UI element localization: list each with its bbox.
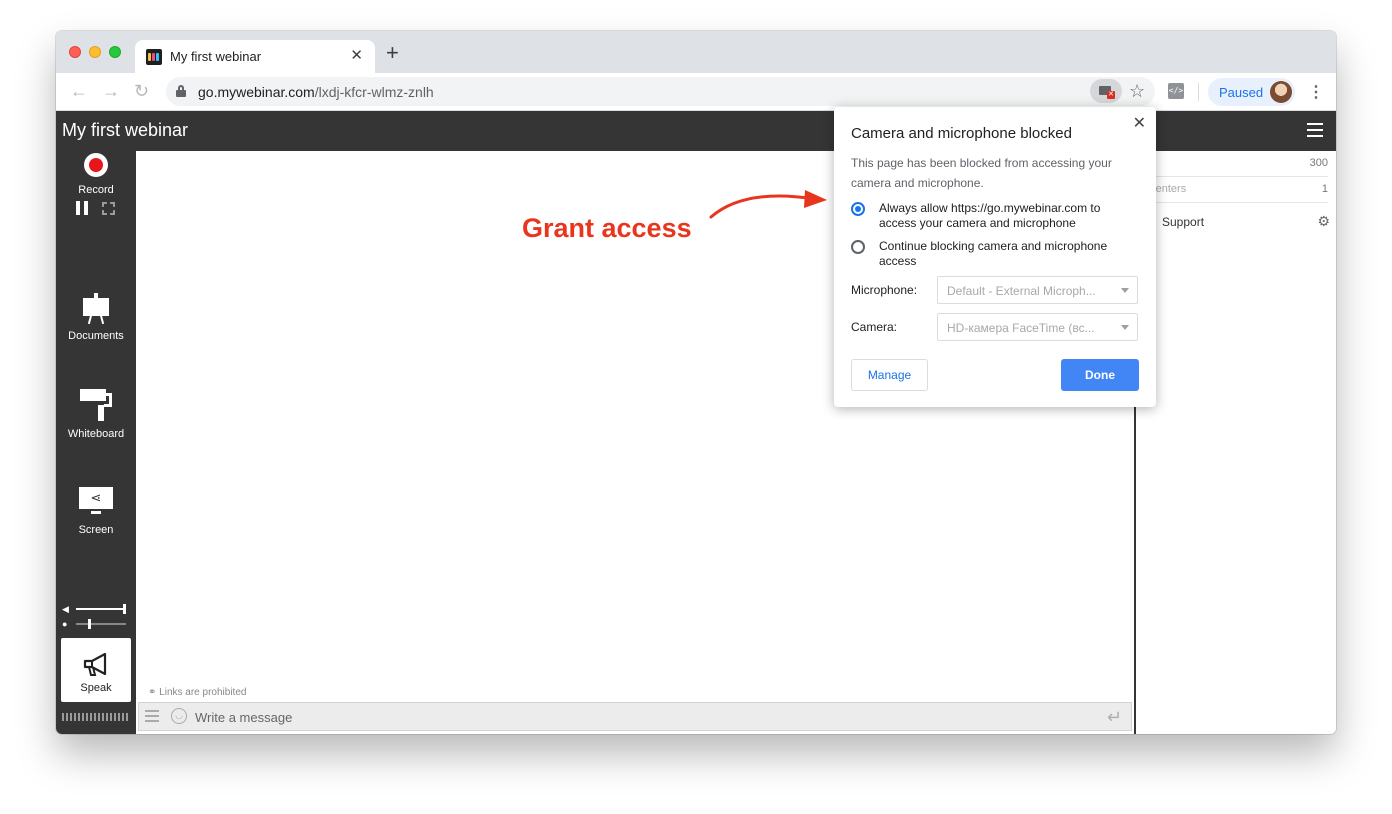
tab-title: My first webinar: [170, 49, 262, 64]
fullscreen-icon[interactable]: [102, 202, 115, 215]
close-window-button[interactable]: [69, 46, 81, 58]
record-icon: [84, 153, 108, 177]
avatar: [1270, 81, 1292, 103]
gear-icon[interactable]: ⚙: [1317, 213, 1330, 230]
toolbar-divider: [1198, 83, 1199, 101]
browser-menu-icon[interactable]: ⋮: [1308, 82, 1324, 102]
left-sidebar: Record Documents Whiteboard ⋖ Screen ◀ ●: [56, 151, 136, 734]
speaker-icon: ◀: [62, 604, 69, 614]
chat-menu-icon[interactable]: [145, 710, 159, 722]
annotation-arrow-icon: [709, 190, 827, 219]
minimize-window-button[interactable]: [89, 46, 101, 58]
chat-bar: ◡ Write a message ↵: [138, 702, 1132, 731]
extension-code-icon[interactable]: </>: [1168, 83, 1184, 99]
audio-level-meter: [62, 713, 130, 721]
presenters-row[interactable]: esenters 1: [1144, 177, 1328, 203]
tab-strip: My first webinar ✕ +: [56, 31, 1336, 73]
maximize-window-button[interactable]: [109, 46, 121, 58]
documents-label: Documents: [68, 330, 124, 342]
presentation-easel-icon: [81, 293, 111, 325]
new-tab-button[interactable]: +: [386, 42, 399, 64]
microphone-label: Microphone:: [851, 283, 918, 297]
send-enter-icon[interactable]: ↵: [1107, 707, 1122, 728]
paint-roller-icon: [80, 387, 112, 421]
chevron-down-icon: [1121, 325, 1129, 330]
whiteboard-label: Whiteboard: [67, 428, 125, 440]
mic-slider-knob[interactable]: [87, 619, 91, 629]
profile-button[interactable]: Paused: [1208, 78, 1295, 106]
address-bar[interactable]: go.mywebinar.com/lxdj-kfcr-wlmz-znlh: [166, 77, 1155, 106]
done-button[interactable]: Done: [1061, 359, 1139, 391]
microphone-icon: ●: [62, 619, 68, 629]
hamburger-menu-icon[interactable]: [1307, 123, 1323, 137]
webinar-favicon-icon: [146, 49, 162, 65]
radio-button[interactable]: [851, 202, 865, 216]
lock-icon[interactable]: [176, 85, 186, 97]
recording-controls: [76, 201, 126, 215]
page-title: My first webinar: [62, 120, 189, 140]
camera-blocked-icon[interactable]: ✕: [1090, 79, 1122, 103]
participants-count-row[interactable]: 300: [1144, 151, 1328, 177]
whiteboard-button[interactable]: Whiteboard: [56, 387, 136, 440]
screen-label: Screen: [78, 524, 114, 536]
mic-volume-slider[interactable]: ●: [62, 619, 130, 629]
presenters-count: 1: [1321, 183, 1328, 195]
forward-arrow-icon[interactable]: →: [102, 82, 120, 100]
record-label: Record: [78, 184, 114, 196]
chat-input[interactable]: Write a message: [195, 710, 292, 725]
screen-share-icon: ⋖: [79, 487, 113, 517]
url-path: /lxdj-kfcr-wlmz-znlh: [314, 84, 434, 100]
popup-description: This page has been blocked from accessin…: [851, 156, 1112, 190]
audio-levels: ◀ ●: [62, 604, 130, 634]
participants-panel: 300 esenters 1 Support ⚙: [1134, 151, 1336, 734]
speaker-volume-slider[interactable]: ◀: [62, 604, 130, 614]
screen-share-button[interactable]: ⋖ Screen: [56, 487, 136, 536]
back-arrow-icon[interactable]: ←: [70, 82, 88, 100]
microphone-value: Default - External Microph...: [947, 284, 1096, 298]
browser-tab[interactable]: My first webinar ✕: [135, 40, 375, 73]
microphone-select[interactable]: Default - External Microph...: [937, 276, 1138, 304]
speak-button[interactable]: Speak: [61, 638, 131, 702]
volume-slider-knob[interactable]: [123, 604, 126, 614]
profile-status-label: Paused: [1219, 85, 1264, 100]
bookmark-star-icon[interactable]: ☆: [1129, 81, 1145, 102]
camera-value: HD-камера FaceTime (вс...: [947, 321, 1095, 335]
radio-label: Always allow https://go.mywebinar.com to…: [879, 201, 1101, 230]
url-text: go.mywebinar.com/lxdj-kfcr-wlmz-znlh: [198, 84, 434, 100]
radio-button[interactable]: [851, 240, 865, 254]
camera-label: Camera:: [851, 320, 898, 334]
close-popup-icon[interactable]: ✕: [1133, 113, 1146, 133]
grant-access-annotation: Grant access: [522, 213, 692, 243]
camera-select[interactable]: HD-камера FaceTime (вс...: [937, 313, 1138, 341]
record-button[interactable]: Record: [56, 153, 136, 196]
reload-icon[interactable]: ↻: [134, 82, 149, 100]
links-prohibited-note: ⚭ Links are prohibited: [148, 687, 247, 698]
manage-button[interactable]: Manage: [851, 359, 928, 391]
documents-button[interactable]: Documents: [56, 293, 136, 342]
url-host: go.mywebinar.com: [198, 84, 315, 100]
browser-toolbar: ← → ↻ go.mywebinar.com/lxdj-kfcr-wlmz-zn…: [56, 73, 1336, 111]
links-note-text: Links are prohibited: [159, 687, 247, 698]
speak-label: Speak: [80, 682, 112, 694]
participants-count: 300: [1309, 157, 1328, 169]
window-controls: [69, 46, 121, 58]
pause-icon[interactable]: [76, 201, 88, 215]
emoji-icon[interactable]: ◡: [171, 708, 187, 724]
chevron-down-icon: [1121, 288, 1129, 293]
megaphone-icon: [83, 652, 107, 676]
participant-name: Support: [1162, 215, 1205, 229]
close-tab-icon[interactable]: ✕: [350, 46, 363, 64]
browser-window: My first webinar ✕ + ← → ↻ go.mywebinar.…: [56, 31, 1336, 734]
radio-label: Continue blocking camera and microphone …: [879, 239, 1108, 268]
popup-title: Camera and microphone blocked: [851, 125, 1072, 142]
permission-popup: ✕ Camera and microphone blocked This pag…: [834, 107, 1156, 407]
